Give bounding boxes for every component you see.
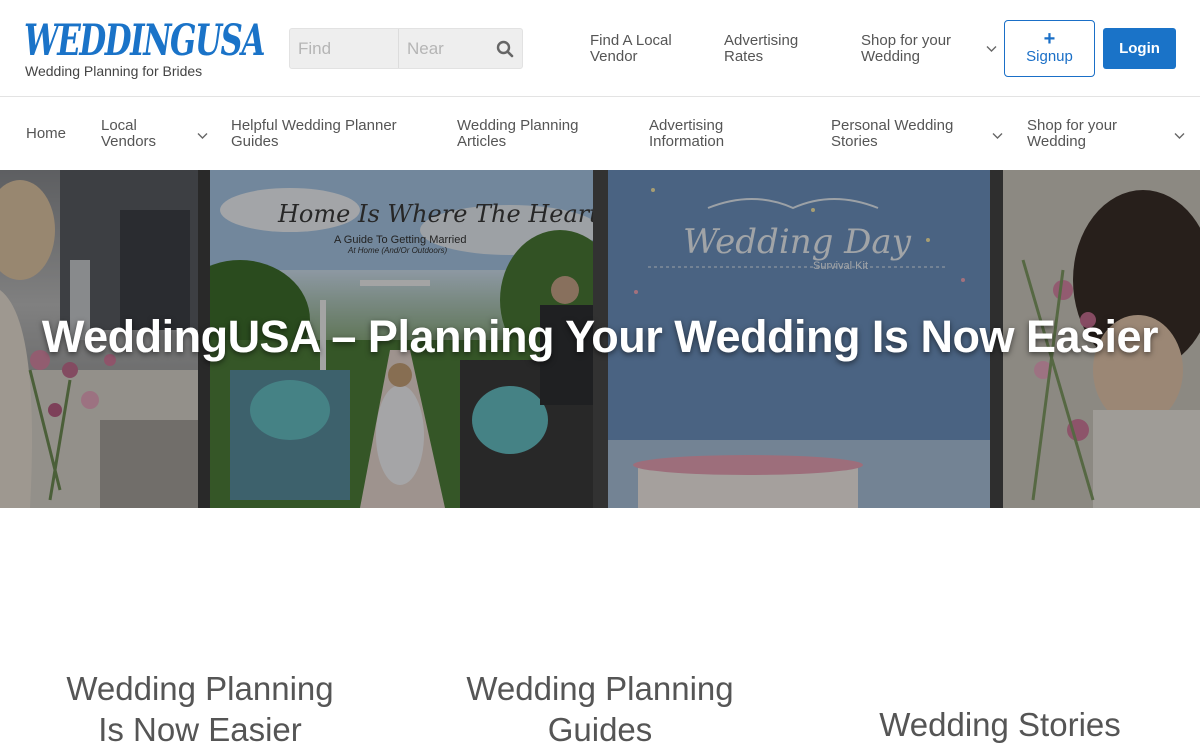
search-find-input[interactable] [290,29,399,68]
feature-wedding-stories[interactable]: Wedding Stories [850,704,1150,745]
nav-item-advertising-info[interactable]: Advertising Information [649,118,759,150]
search-icon [496,40,513,57]
login-button[interactable]: Login [1103,28,1176,69]
search-near-input[interactable] [399,29,487,68]
feature-planning-easier[interactable]: Wedding Planning Is Now Easier [50,668,350,750]
hero-banner: Home Is Where The Heart Is A Guide To Ge… [0,170,1200,508]
top-nav-shop[interactable]: Shop for your Wedding [861,33,981,65]
site-tagline: Wedding Planning for Brides [25,63,203,79]
top-nav-find-vendor[interactable]: Find A Local Vendor [590,33,700,65]
nav-item-home[interactable]: Home [26,126,66,142]
nav-item-wedding-stories[interactable]: Personal Wedding Stories [831,118,971,150]
top-nav-advertising-rates[interactable]: Advertising Rates [724,33,824,65]
plus-icon: + [1043,28,1056,50]
chevron-down-icon[interactable] [992,132,1003,140]
nav-item-planner-guides[interactable]: Helpful Wedding Planner Guides [231,118,421,150]
signup-button[interactable]: + Signup [1004,20,1095,77]
search-bar [289,28,523,69]
chevron-down-icon[interactable] [1174,132,1185,140]
site-logo[interactable]: WEDDINGUSA Wedding Planning for Brides [24,14,269,84]
hero-title: WeddingUSA – Planning Your Wedding Is No… [41,311,1159,362]
site-header: WEDDINGUSA Wedding Planning for Brides F… [0,0,1200,97]
signup-label: Signup [1026,48,1073,65]
chevron-down-icon[interactable] [986,45,997,53]
logo-text: WEDDINGUSA [24,16,264,62]
chevron-down-icon[interactable] [197,132,208,140]
nav-item-planning-articles[interactable]: Wedding Planning Articles [457,118,607,150]
feature-planning-guides[interactable]: Wedding Planning Guides [450,668,750,750]
logo-wordmark: WEDDINGUSA [24,16,266,62]
nav-item-local-vendors[interactable]: Local Vendors [101,118,181,150]
search-button[interactable] [487,29,522,68]
nav-item-shop[interactable]: Shop for your Wedding [1027,118,1147,150]
main-nav: Home Local Vendors Helpful Wedding Plann… [0,97,1200,170]
